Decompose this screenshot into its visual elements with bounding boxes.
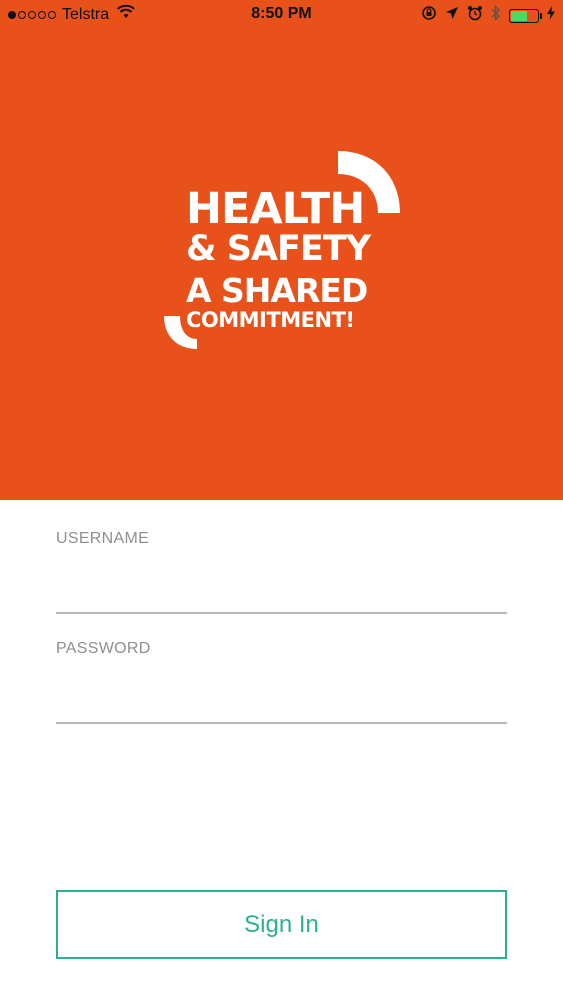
orientation-lock-icon (421, 5, 437, 26)
password-field-group: PASSWORD (56, 640, 507, 724)
password-input[interactable] (56, 680, 507, 724)
battery-icon (509, 8, 542, 23)
status-bar: Telstra 8:50 PM (0, 0, 563, 30)
username-field-group: USERNAME (56, 530, 507, 614)
location-arrow-icon (445, 6, 459, 25)
hero-banner: Telstra 8:50 PM HEALTH & SAFETY A SHARED… (0, 0, 563, 500)
logo-wordmark: HEALTH & SAFETY A SHARED COMMITMENT! (186, 184, 371, 332)
logo-line-commitment: COMMITMENT! (186, 308, 355, 332)
status-right (421, 4, 555, 26)
alarm-icon (467, 5, 483, 26)
health-safety-logo: HEALTH & SAFETY A SHARED COMMITMENT! (160, 150, 405, 355)
logo-line-health: HEALTH (186, 184, 365, 234)
charging-icon (547, 6, 555, 25)
username-label: USERNAME (56, 530, 150, 547)
bluetooth-icon (491, 4, 501, 26)
logo-line-shared: A SHARED (186, 271, 368, 310)
username-input[interactable] (56, 570, 507, 614)
password-label: PASSWORD (56, 640, 151, 657)
logo-line-safety: & SAFETY (186, 229, 371, 269)
battery-level (511, 10, 527, 21)
sign-in-button[interactable]: Sign In (56, 890, 507, 959)
